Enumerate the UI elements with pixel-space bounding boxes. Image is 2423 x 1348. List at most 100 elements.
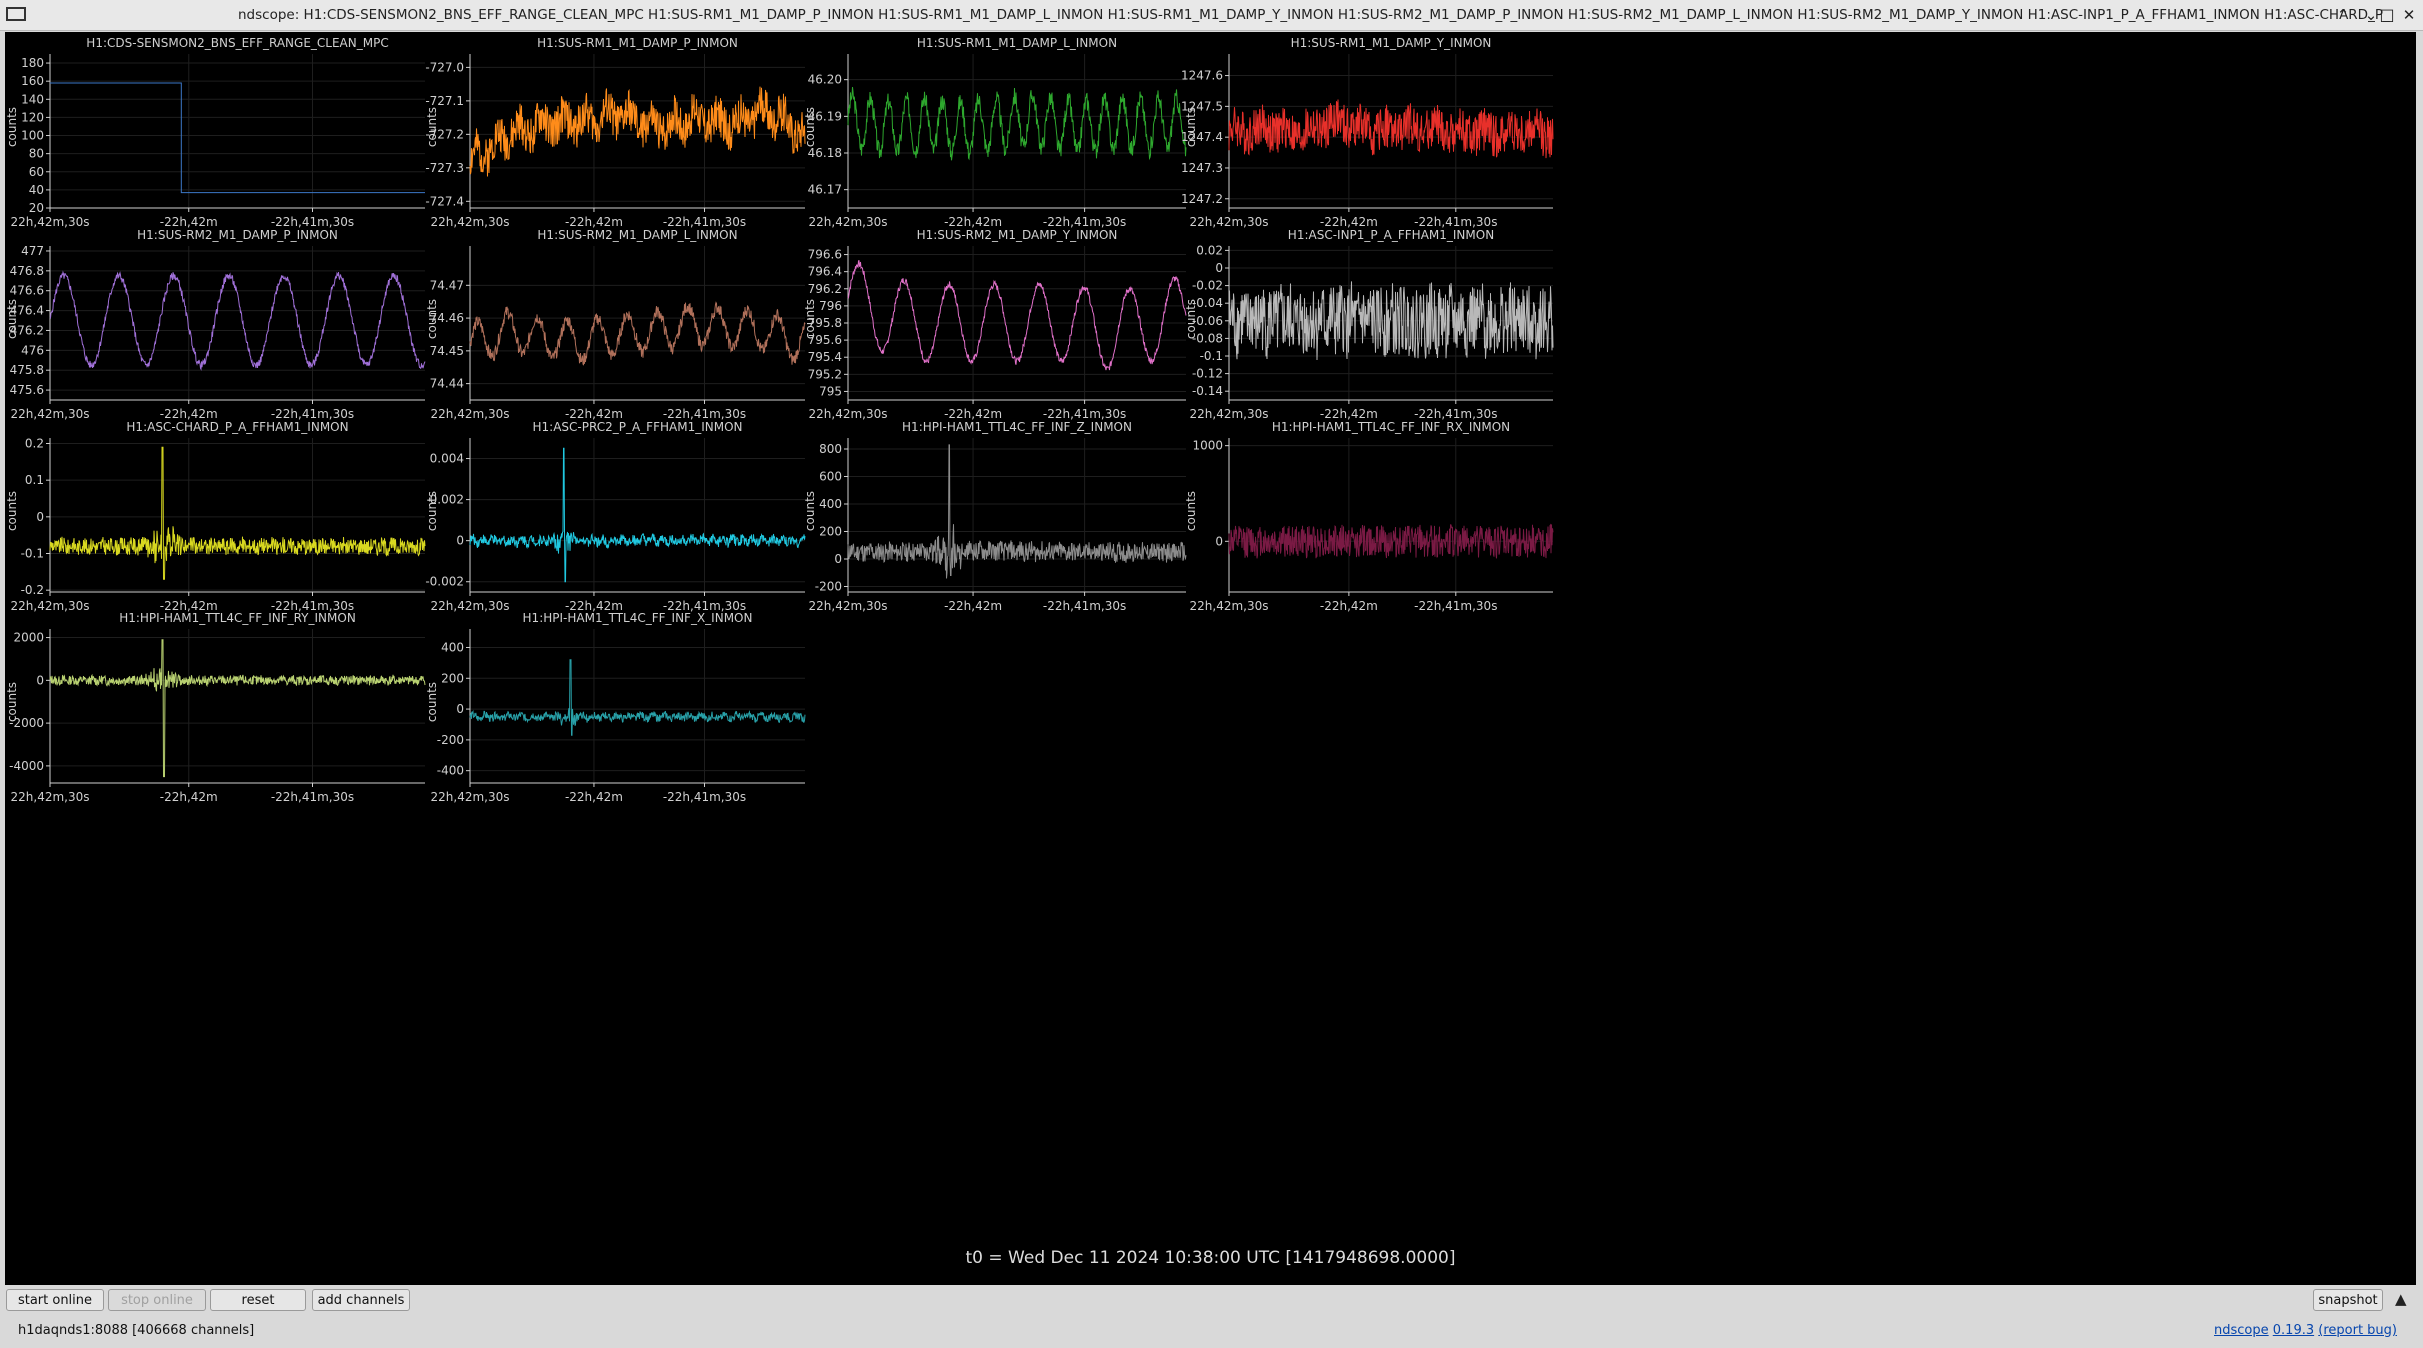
snapshot-button[interactable]: snapshot [2313, 1289, 2383, 1311]
chart-panel[interactable]: H1:SUS-RM2_M1_DAMP_L_INMON 74.44 74.45 74.4… [425, 228, 806, 421]
x-tick-label: -22h,41m,30s [663, 407, 746, 421]
chart-panel[interactable]: H1:SUS-RM1_M1_DAMP_P_INMON -727.4 -727.3 -7… [425, 36, 806, 229]
chart-panel[interactable]: H1:CDS-SENSMON2_BNS_EFF_RANGE_CLEAN_MPC 2… [5, 36, 425, 229]
y-axis-label: counts [5, 107, 19, 147]
data-series-line [469, 301, 806, 366]
start-online-button[interactable]: start online [6, 1289, 104, 1311]
chart-panel[interactable]: H1:SUS-RM2_M1_DAMP_Y_INMON 795 795.2 795.4 7… [803, 228, 1187, 421]
y-axis-label: counts [425, 299, 439, 339]
x-tick-label: 22h,42m,30s [809, 407, 888, 421]
x-tick-label: -22h,41m,30s [1043, 407, 1126, 421]
chart-title: H1:SUS-RM1_M1_DAMP_P_INMON [537, 36, 738, 50]
y-axis-label: counts [803, 491, 817, 531]
chart-panel[interactable]: H1:HPI-HAM1_TTL4C_FF_INF_RX_INMON 0 1000 22… [1184, 420, 1554, 613]
y-tick-label: 477 [21, 244, 44, 258]
ndscope-link[interactable]: ndscope [2214, 1323, 2269, 1338]
reset-button[interactable]: reset [210, 1289, 306, 1311]
x-tick-label: -22h,42m [1320, 407, 1378, 421]
chart-title: H1:SUS-RM1_M1_DAMP_Y_INMON [1291, 36, 1492, 50]
y-tick-label: -200 [815, 580, 842, 594]
app-icon [6, 7, 26, 21]
stop-online-button[interactable]: stop online [108, 1289, 206, 1311]
y-axis-label: counts [5, 491, 19, 531]
chart-panel[interactable]: H1:SUS-RM1_M1_DAMP_L_INMON46.1746.1846.1… [803, 36, 1187, 229]
chart-panel[interactable]: H1:ASC-PRC2_P_A_FFHAM1_INMON-0.00200.002… [425, 420, 806, 613]
y-tick-label: 0 [36, 510, 44, 524]
y-tick-label: 796.4 [808, 265, 842, 279]
chart-title: H1:CDS-SENSMON2_BNS_EFF_RANGE_CLEAN_MPC [86, 36, 388, 50]
y-tick-label: 1247.6 [1181, 69, 1223, 83]
y-tick-label: 0.004 [430, 452, 464, 466]
chart-title: H1:ASC-CHARD_P_A_FFHAM1_INMON [126, 420, 348, 434]
y-tick-label: -0.14 [1192, 384, 1223, 398]
data-series-line [469, 659, 806, 736]
chart-panel[interactable]: H1:ASC-INP1_P_A_FFHAM1_INMON -0.14 -0.12 -0… [1184, 228, 1554, 421]
x-tick-label: -22h,41m,30s [271, 790, 354, 804]
x-tick-label: 22h,42m,30s [1190, 407, 1269, 421]
y-axis-label: counts [1184, 299, 1198, 339]
y-tick-label: -727.3 [425, 161, 464, 175]
maximize-icon[interactable]: □ [2376, 4, 2398, 26]
report-bug-link[interactable]: (report bug) [2318, 1323, 2397, 1338]
x-tick-label: -22h,42m [160, 407, 218, 421]
chart-panel[interactable]: H1:SUS-RM1_M1_DAMP_Y_INMON 1247.2 1247.3 12… [1181, 36, 1554, 229]
y-axis-label: counts [5, 682, 19, 722]
y-tick-label: 180 [21, 56, 44, 70]
y-tick-label: -0.02 [1192, 279, 1223, 293]
chart-panel[interactable]: H1:HPI-HAM1_TTL4C_FF_INF_X_INMON -400 -200… [425, 611, 806, 804]
x-tick-label: 22h,42m,30s [431, 407, 510, 421]
x-tick-label: -22h,41m,30s [271, 215, 354, 229]
x-tick-label: -22h,41m,30s [663, 790, 746, 804]
x-tick-label: -22h,42m [944, 215, 1002, 229]
y-tick-label: 795.2 [808, 367, 842, 381]
chart-title: H1:SUS-RM2_M1_DAMP_Y_INMON [917, 228, 1118, 242]
data-series-line [49, 270, 426, 371]
x-tick-label: 22h,42m,30s [1190, 599, 1269, 613]
x-tick-label: -22h,41m,30s [1414, 407, 1497, 421]
y-tick-label: 400 [819, 497, 842, 511]
y-tick-label: 140 [21, 92, 44, 106]
y-tick-label: -0.1 [21, 547, 44, 561]
y-tick-label: 20 [29, 201, 44, 215]
y-axis-label: counts [803, 299, 817, 339]
chart-panel[interactable]: H1:HPI-HAM1_TTL4C_FF_INF_Z_INMON -200 0 200… [803, 420, 1187, 613]
y-tick-label: 1247.3 [1181, 161, 1223, 175]
data-series-line [1228, 99, 1554, 159]
y-tick-label: 1247.2 [1181, 192, 1223, 206]
plot-area[interactable]: H1:CDS-SENSMON2_BNS_EFF_RANGE_CLEAN_MPC 2… [5, 32, 2416, 1285]
x-tick-label: -22h,42m [160, 790, 218, 804]
collapse-icon[interactable]: ▲ [2395, 1290, 2407, 1308]
x-tick-label: -22h,42m [944, 599, 1002, 613]
version-link[interactable]: 0.19.3 [2273, 1323, 2314, 1338]
control-bar: start online stop online reset add chann… [0, 1287, 2423, 1315]
x-tick-label: -22h,42m [1320, 599, 1378, 613]
chart-title: H1:SUS-RM2_M1_DAMP_P_INMON [137, 228, 338, 242]
y-tick-label: 476.6 [10, 284, 44, 298]
chart-panel[interactable]: H1:SUS-RM2_M1_DAMP_P_INMON 475.6 475.8 476 4… [5, 228, 426, 421]
close-icon[interactable]: ✕ [2398, 4, 2420, 26]
y-tick-label: 46.18 [808, 146, 842, 160]
chart-panel[interactable]: H1:HPI-HAM1_TTL4C_FF_INF_RY_INMON -4000 -2… [5, 611, 426, 804]
chart-panel[interactable]: H1:ASC-CHARD_P_A_FFHAM1_INMON -0.2 -0.1 0 0.… [5, 420, 426, 613]
y-tick-label: 0 [456, 702, 464, 716]
minimize-icon[interactable]: ⌃ [2332, 4, 2354, 26]
y-tick-label: 74.44 [430, 377, 464, 391]
chart-title: H1:ASC-PRC2_P_A_FFHAM1_INMON [533, 420, 743, 434]
x-tick-label: 22h,42m,30s [431, 790, 510, 804]
y-tick-label: -4000 [9, 759, 44, 773]
y-tick-label: -200 [437, 733, 464, 747]
title-bar: ndscope: H1:CDS-SENSMON2_BNS_EFF_RANGE_C… [0, 0, 2423, 31]
data-series-line [847, 86, 1187, 161]
y-tick-label: 600 [819, 470, 842, 484]
add-channels-button[interactable]: add channels [312, 1289, 410, 1311]
y-tick-label: -400 [437, 764, 464, 778]
plot-grid[interactable]: H1:CDS-SENSMON2_BNS_EFF_RANGE_CLEAN_MPC 2… [5, 32, 2416, 1285]
chart-title: H1:ASC-INP1_P_A_FFHAM1_INMON [1288, 228, 1494, 242]
y-tick-label: 120 [21, 110, 44, 124]
y-tick-label: 0.2 [25, 437, 44, 451]
y-tick-label: 74.47 [430, 278, 464, 292]
y-axis-label: counts [1184, 491, 1198, 531]
chart-title: H1:HPI-HAM1_TTL4C_FF_INF_RX_INMON [1272, 420, 1510, 434]
y-tick-label: 74.45 [430, 344, 464, 358]
chart-title: H1:SUS-RM1_M1_DAMP_L_INMON [917, 36, 1117, 50]
